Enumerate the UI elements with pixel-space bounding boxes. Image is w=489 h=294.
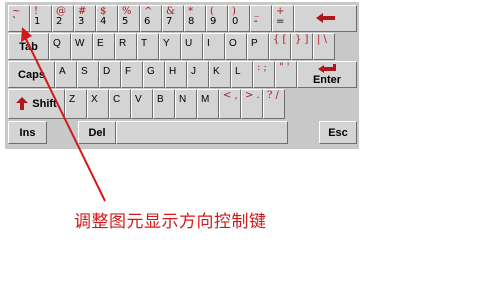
annotation-text: 调整图元显示方向控制键: [74, 212, 267, 232]
pointer-arrow: [21, 27, 106, 202]
pointer-line: [23, 34, 106, 202]
